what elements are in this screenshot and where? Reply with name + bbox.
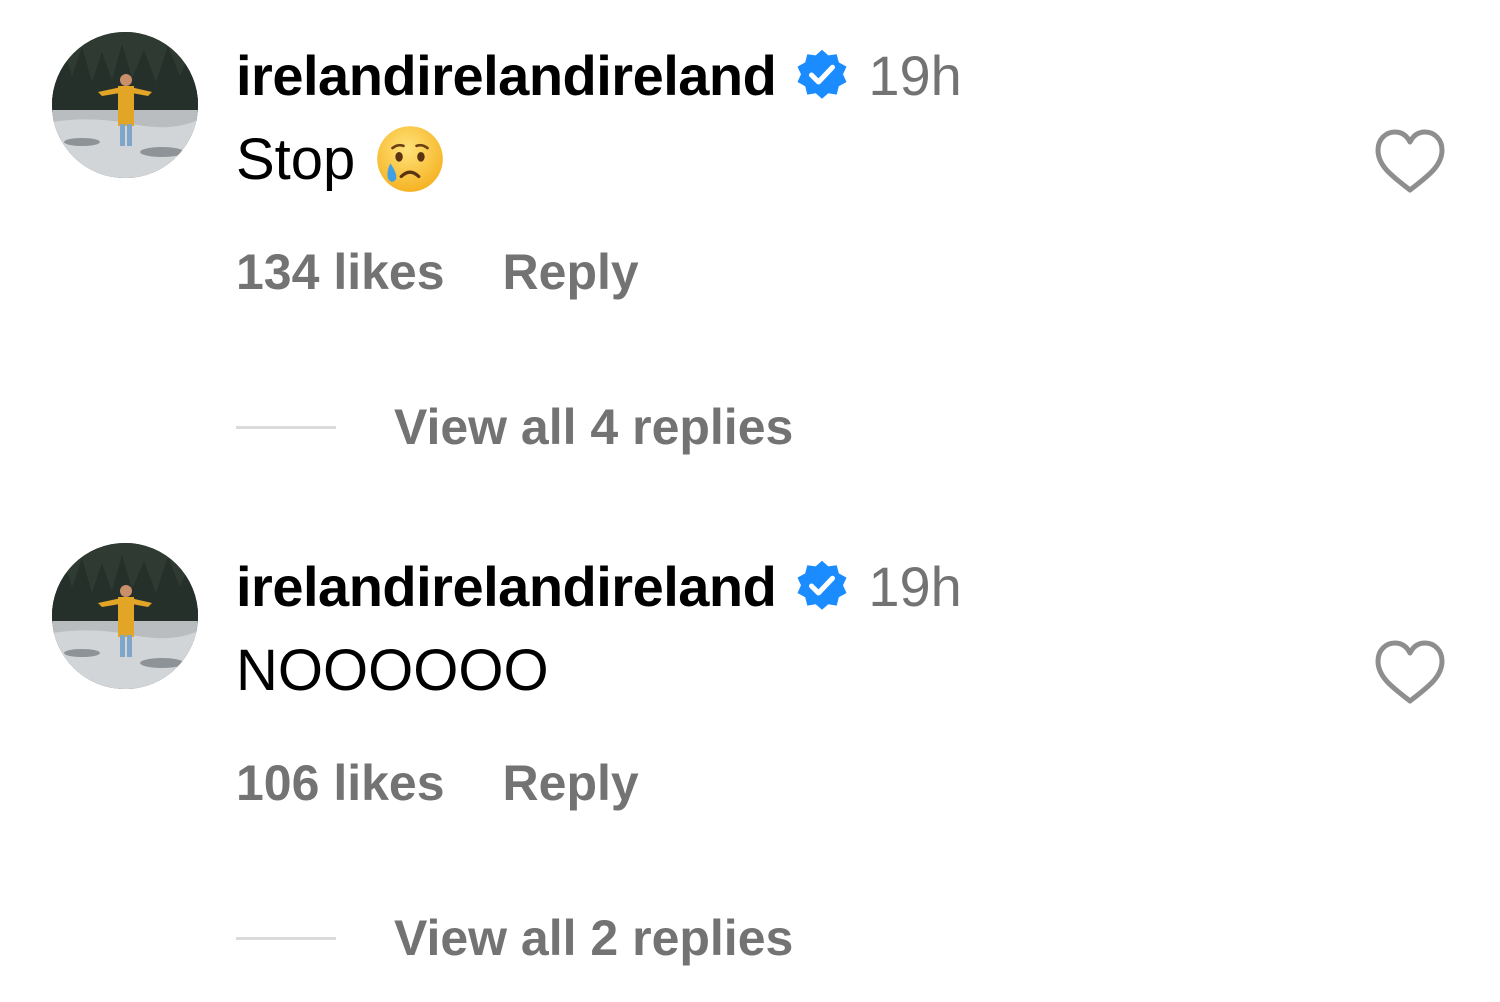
comment-item: irelandirelandireland 19h NOOOOOO 106 li… xyxy=(0,511,1500,991)
comment-item: irelandirelandireland 19h Stop 134 likes… xyxy=(0,0,1500,480)
crying-face-icon xyxy=(377,126,444,192)
like-heart-icon[interactable] xyxy=(1372,126,1448,196)
verified-badge-icon xyxy=(797,560,847,610)
likes-count[interactable]: 134 likes xyxy=(236,243,445,301)
replies-divider xyxy=(236,936,336,940)
likes-count[interactable]: 106 likes xyxy=(236,754,445,812)
verified-badge-icon xyxy=(797,49,847,99)
view-replies-button[interactable]: View all 4 replies xyxy=(394,398,793,456)
avatar[interactable] xyxy=(52,32,198,178)
comment-body: NOOOOOO xyxy=(236,637,549,703)
avatar-photo xyxy=(52,543,198,689)
comment-header: irelandirelandireland 19h xyxy=(236,40,962,110)
comment-body: Stop xyxy=(236,126,356,192)
comment-timestamp[interactable]: 19h xyxy=(868,554,961,619)
comment-meta: 134 likes Reply xyxy=(236,240,639,304)
view-replies-button[interactable]: View all 2 replies xyxy=(394,909,793,967)
username-link[interactable]: irelandirelandireland xyxy=(236,554,777,619)
comment-meta: 106 likes Reply xyxy=(236,751,639,815)
comment-timestamp[interactable]: 19h xyxy=(868,43,961,108)
comment-text: Stop xyxy=(236,122,445,196)
avatar-photo xyxy=(52,32,198,178)
view-replies-row[interactable]: View all 4 replies xyxy=(236,394,793,460)
comment-text: NOOOOOO xyxy=(236,633,549,707)
view-replies-row[interactable]: View all 2 replies xyxy=(236,905,793,971)
avatar[interactable] xyxy=(52,543,198,689)
comment-header: irelandirelandireland 19h xyxy=(236,551,962,621)
reply-button[interactable]: Reply xyxy=(503,243,639,301)
username-link[interactable]: irelandirelandireland xyxy=(236,43,777,108)
like-heart-icon[interactable] xyxy=(1372,637,1448,707)
reply-button[interactable]: Reply xyxy=(503,754,639,812)
replies-divider xyxy=(236,425,336,429)
